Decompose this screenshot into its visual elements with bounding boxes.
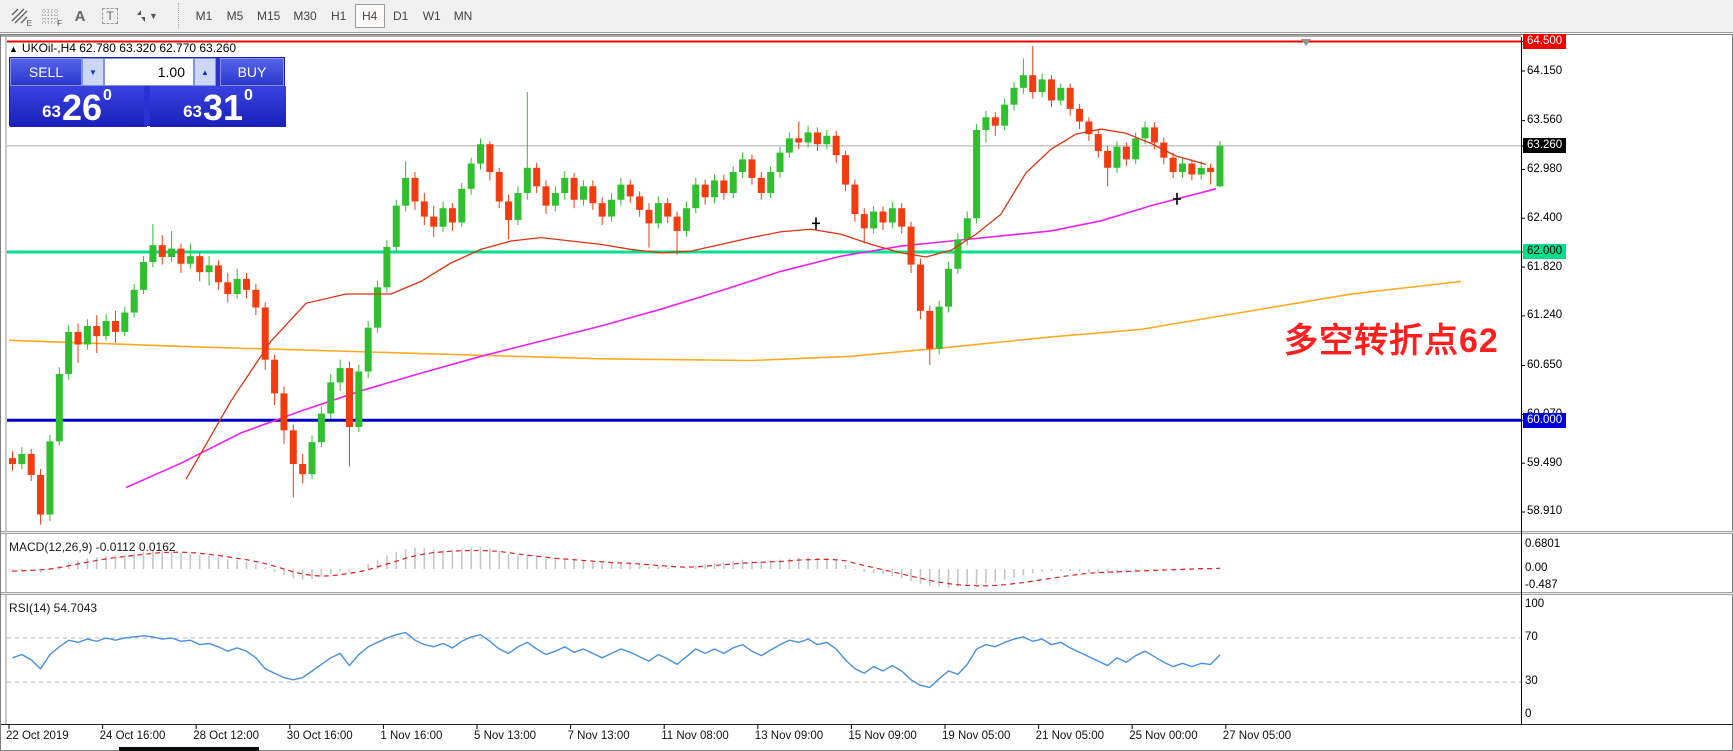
sell-price-point: 0 [103, 87, 112, 105]
pane-separator-rsi[interactable] [1, 592, 1733, 595]
price-axis-label: 61.240 [1527, 308, 1562, 323]
pane-separator-macd[interactable] [1, 531, 1733, 534]
price-axis-label: 62.400 [1527, 211, 1562, 226]
macd-indicator-label: MACD(12,26,9) -0.0112 0.0162 [9, 540, 176, 554]
text-box-icon[interactable]: T [96, 3, 124, 29]
date-axis-label: 30 Oct 16:00 [287, 730, 353, 742]
chart-text-annotation[interactable]: 多空转折点62 [1284, 313, 1499, 362]
date-axis-label: 22 Oct 2019 [6, 730, 69, 742]
timeframe-button-M1[interactable]: M1 [189, 4, 219, 28]
date-axis-label: 11 Nov 08:00 [661, 730, 729, 742]
timeframe-button-MN[interactable]: MN [448, 4, 479, 28]
buy-price-display[interactable]: 63 31 0 [150, 86, 286, 127]
buy-price-point: 0 [244, 87, 253, 105]
price-axis-label: 64.500 [1523, 34, 1566, 49]
cross-marker-2 [1173, 193, 1181, 205]
icon-sub-label: E [27, 19, 32, 28]
sell-price-major: 63 [42, 102, 61, 122]
price-axis-label: 58.910 [1527, 504, 1562, 519]
chart-canvas[interactable] [1, 35, 1733, 751]
price-axis-label: 62.000 [1523, 244, 1566, 259]
price-axis-label: 60.650 [1527, 358, 1562, 373]
date-axis-label: 27 Nov 05:00 [1223, 730, 1291, 742]
macd-axis-label: -0.487 [1525, 579, 1558, 591]
symbol-marker-icon: ▲ [9, 44, 18, 54]
macd-axis-label: 0.00 [1525, 562, 1547, 574]
sell-button[interactable]: SELL [10, 58, 82, 86]
sell-price-display[interactable]: 63 26 0 [10, 86, 147, 127]
macd-axis-label: 0.6801 [1525, 538, 1560, 550]
one-click-trade-panel: SELL ▼ ▲ BUY 63 26 0 63 31 0 [9, 57, 285, 126]
rsi-indicator-label: RSI(14) 54.7043 [9, 601, 97, 615]
rsi-axis-label: 70 [1525, 631, 1538, 643]
arrow-tools-icon[interactable]: ▼ [126, 3, 166, 29]
date-axis-label: 24 Oct 16:00 [100, 730, 166, 742]
price-axis-label: 59.490 [1527, 456, 1562, 471]
timeframe-button-M15[interactable]: M15 [251, 4, 286, 28]
rsi-line [13, 633, 1220, 688]
ohlc-text: UKOil-,H4 62.780 63.320 62.770 63.260 [22, 41, 236, 55]
timeframe-button-W1[interactable]: W1 [417, 4, 447, 28]
buy-button[interactable]: BUY [220, 58, 284, 86]
text-annotation-icon[interactable]: A [66, 3, 94, 29]
timeframe-button-H4[interactable]: H4 [355, 4, 385, 28]
date-axis-label: 25 Nov 00:00 [1129, 730, 1197, 742]
magenta-ma-line [126, 189, 1216, 488]
price-axis-label: 63.260 [1523, 138, 1566, 153]
date-axis-label: 13 Nov 09:00 [755, 730, 823, 742]
date-axis-label: 5 Nov 13:00 [474, 730, 536, 742]
price-axis-label: 64.150 [1527, 64, 1562, 79]
indicator-styles-icon[interactable]: E [6, 3, 34, 29]
sell-price-pips: 26 [62, 91, 102, 125]
timeframe-button-D1[interactable]: D1 [386, 4, 416, 28]
price-axis-label: 63.560 [1527, 113, 1562, 128]
toolbar: E F A T ▼ M1M5M15M30H1H4D1W1MN [0, 0, 1733, 33]
volume-input[interactable] [104, 58, 194, 86]
buy-price-pips: 31 [203, 91, 243, 125]
volume-decrease-button[interactable]: ▼ [82, 58, 104, 86]
date-axis-label: 15 Nov 09:00 [848, 730, 916, 742]
toolbar-separator [178, 3, 183, 29]
cross-marker-1 [812, 217, 820, 229]
date-axis-label: 1 Nov 16:00 [380, 730, 442, 742]
bottom-edge-artifact [119, 747, 259, 751]
date-axis-separator [1, 724, 1733, 725]
volume-increase-button[interactable]: ▲ [194, 58, 216, 86]
buy-price-major: 63 [183, 102, 202, 122]
trade-panel-top-row: SELL ▼ ▲ BUY [10, 58, 284, 86]
dropdown-caret-icon: ▼ [149, 11, 158, 21]
date-axis-label: 7 Nov 13:00 [568, 730, 630, 742]
rsi-axis-label: 0 [1525, 708, 1531, 720]
chart-window: ▲ UKOil-,H4 62.780 63.320 62.770 63.260 S… [0, 34, 1733, 751]
price-axis-label: 62.980 [1527, 162, 1562, 177]
price-axis-label: 60.000 [1523, 413, 1566, 428]
macd-signal-line [13, 550, 1220, 585]
rsi-axis-label: 30 [1525, 675, 1538, 687]
date-axis-label: 28 Oct 12:00 [193, 730, 259, 742]
date-axis-label: 21 Nov 05:00 [1036, 730, 1104, 742]
timeframe-bar: M1M5M15M30H1H4D1W1MN [189, 4, 479, 28]
grid-icon[interactable]: F [36, 3, 64, 29]
timeframe-button-H1[interactable]: H1 [324, 4, 354, 28]
timeframe-button-M5[interactable]: M5 [220, 4, 250, 28]
timeframe-button-M30[interactable]: M30 [287, 4, 322, 28]
date-axis-label: 19 Nov 05:00 [942, 730, 1010, 742]
icon-sub-label: F [57, 19, 62, 28]
mt4-window: E F A T ▼ M1M5M15M30H1H4D1W1MN ▲ UKOil-,H… [0, 0, 1733, 751]
price-axis-label: 61.820 [1527, 260, 1562, 275]
chart-ohlc-title: ▲ UKOil-,H4 62.780 63.320 62.770 63.260 [9, 41, 236, 55]
price-axis-line [1521, 37, 1522, 724]
rsi-axis-label: 100 [1525, 598, 1544, 610]
